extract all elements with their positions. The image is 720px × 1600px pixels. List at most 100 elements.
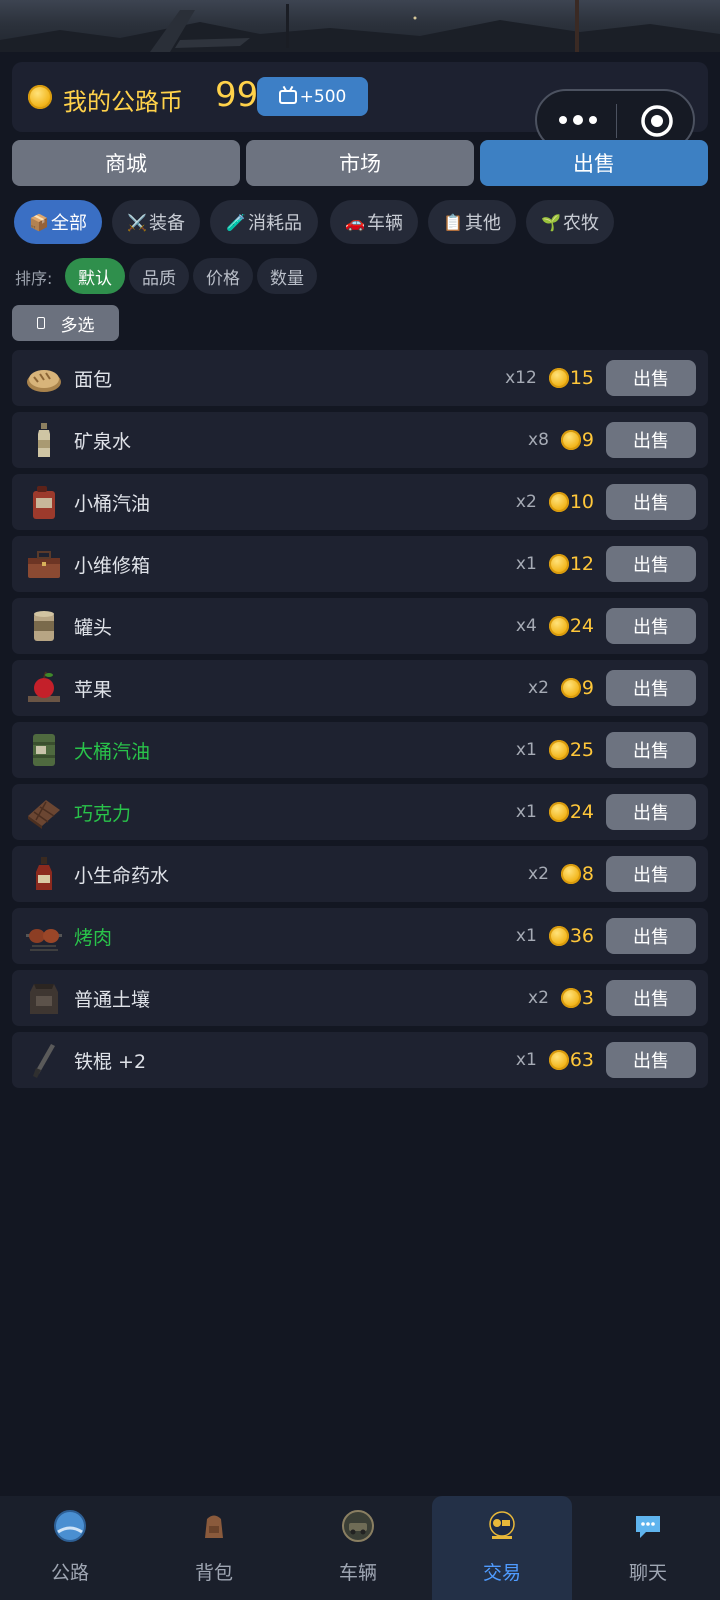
checkbox-icon	[36, 317, 45, 329]
item-name: 罐头	[74, 617, 113, 639]
sell-button[interactable]: 出售	[606, 546, 696, 582]
category-all[interactable]: 📦 全部	[14, 200, 102, 244]
item-price: 8	[581, 863, 594, 885]
can-icon	[34, 611, 54, 641]
list-item: 小生命药水 x2 8 出售	[12, 846, 708, 902]
item-quantity: x1	[515, 926, 537, 946]
jerrycan-icon	[33, 486, 55, 519]
car-icon: 🚗	[345, 212, 365, 232]
sort-default[interactable]: 默认	[65, 258, 125, 294]
list-item: 罐头 x4 24 出售	[12, 598, 708, 654]
vehicle-icon	[342, 1510, 374, 1542]
sort-price[interactable]: 价格	[193, 258, 253, 294]
water-bottle-icon	[38, 423, 50, 457]
coin-icon	[560, 864, 581, 884]
item-name: 巧克力	[74, 803, 132, 825]
item-price: 36	[569, 925, 594, 947]
capsule-divider	[616, 104, 617, 138]
nav-backpack[interactable]: 背包	[144, 1496, 284, 1600]
sell-button[interactable]: 出售	[606, 918, 696, 954]
sell-button[interactable]: 出售	[606, 670, 696, 706]
tab-sell[interactable]: 出售	[480, 140, 708, 186]
item-price: 10	[569, 491, 594, 513]
sort-quality[interactable]: 品质	[129, 258, 189, 294]
item-name: 普通土壤	[74, 989, 151, 1011]
category-farming[interactable]: 🌱 农牧	[526, 200, 614, 244]
item-price: 9	[581, 429, 594, 451]
multi-select-button[interactable]: 多选	[12, 305, 119, 341]
nav-label: 公路	[50, 1562, 89, 1584]
item-quantity: x1	[515, 554, 537, 574]
nav-road[interactable]: 公路	[0, 1496, 140, 1600]
sell-button[interactable]: 出售	[606, 484, 696, 520]
sort-label: 排序:	[15, 269, 53, 288]
item-name: 苹果	[74, 679, 113, 701]
list-item: 矿泉水 x8 9 出售	[12, 412, 708, 468]
sell-button[interactable]: 出售	[606, 360, 696, 396]
sort-quantity[interactable]: 数量	[257, 258, 317, 294]
sell-button[interactable]: 出售	[606, 422, 696, 458]
category-vehicles[interactable]: 🚗 车辆	[330, 200, 418, 244]
tab-market[interactable]: 市场	[246, 140, 474, 186]
item-price: 15	[569, 367, 594, 389]
ad-bonus-label: +500	[299, 86, 347, 107]
trade-icon	[489, 1511, 515, 1539]
coin-label: 我的公路币	[63, 88, 183, 116]
item-quantity: x2	[515, 492, 537, 512]
coin-icon	[548, 368, 569, 388]
item-quantity: x2	[528, 678, 549, 698]
tv-icon	[278, 89, 297, 104]
coin-icon	[548, 616, 569, 636]
list-item: 普通土壤 x2 3 出售	[12, 970, 708, 1026]
category-other[interactable]: 📋 其他	[428, 200, 516, 244]
item-quantity: x8	[528, 430, 549, 450]
item-quantity: x4	[515, 616, 537, 636]
item-quantity: x2	[528, 988, 549, 1008]
list-item: 巧克力 x1 24 出售	[12, 784, 708, 840]
nav-label: 背包	[194, 1562, 233, 1584]
item-price: 3	[581, 987, 594, 1009]
sell-button[interactable]: 出售	[606, 1042, 696, 1078]
item-name: 小维修箱	[74, 555, 151, 577]
item-name: 面包	[74, 369, 113, 391]
category-consumables[interactable]: 🧪 消耗品	[210, 200, 318, 244]
more-menu-icon[interactable]	[557, 110, 601, 130]
category-label: 农牧	[563, 213, 599, 234]
list-item: 面包 x12 15 出售	[12, 350, 708, 406]
tab-shop[interactable]: 商城	[12, 140, 240, 186]
sell-button[interactable]: 出售	[606, 732, 696, 768]
seedling-icon: 🌱	[541, 212, 561, 232]
coin-icon	[548, 802, 569, 822]
nav-trade[interactable]: 交易	[432, 1496, 572, 1600]
nav-label: 交易	[482, 1562, 521, 1584]
sell-button[interactable]: 出售	[606, 856, 696, 892]
list-item: 铁棍 +2 x1 63 出售	[12, 1032, 708, 1088]
apple-icon	[28, 671, 60, 702]
sell-button[interactable]: 出售	[606, 608, 696, 644]
category-label: 其他	[465, 213, 501, 234]
coin-value: 99	[215, 75, 259, 115]
coin-icon	[548, 1050, 569, 1070]
category-equipment[interactable]: ⚔️ 装备	[112, 200, 200, 244]
swords-icon: ⚔️	[127, 212, 147, 232]
soil-sack-icon	[30, 984, 58, 1014]
category-label: 装备	[149, 213, 185, 234]
sell-button[interactable]: 出售	[606, 980, 696, 1016]
item-price: 24	[569, 615, 594, 637]
item-name: 小桶汽油	[74, 493, 151, 515]
list-item: 大桶汽油 x1 25 出售	[12, 722, 708, 778]
chat-icon	[636, 1516, 660, 1538]
item-quantity: x1	[515, 802, 537, 822]
test-tube-icon: 🧪	[226, 212, 246, 232]
sell-button[interactable]: 出售	[606, 794, 696, 830]
list-item: 烤肉 x1 36 出售	[12, 908, 708, 964]
item-quantity: x2	[528, 864, 549, 884]
close-miniprogram-icon[interactable]	[640, 104, 674, 138]
watch-ad-button[interactable]: +500	[257, 77, 368, 116]
nav-chat[interactable]: 聊天	[578, 1496, 718, 1600]
coin-icon	[548, 926, 569, 946]
backpack-icon	[205, 1515, 223, 1538]
nav-vehicle[interactable]: 车辆	[288, 1496, 428, 1600]
item-name: 矿泉水	[74, 431, 132, 453]
item-quantity: x12	[505, 368, 537, 388]
